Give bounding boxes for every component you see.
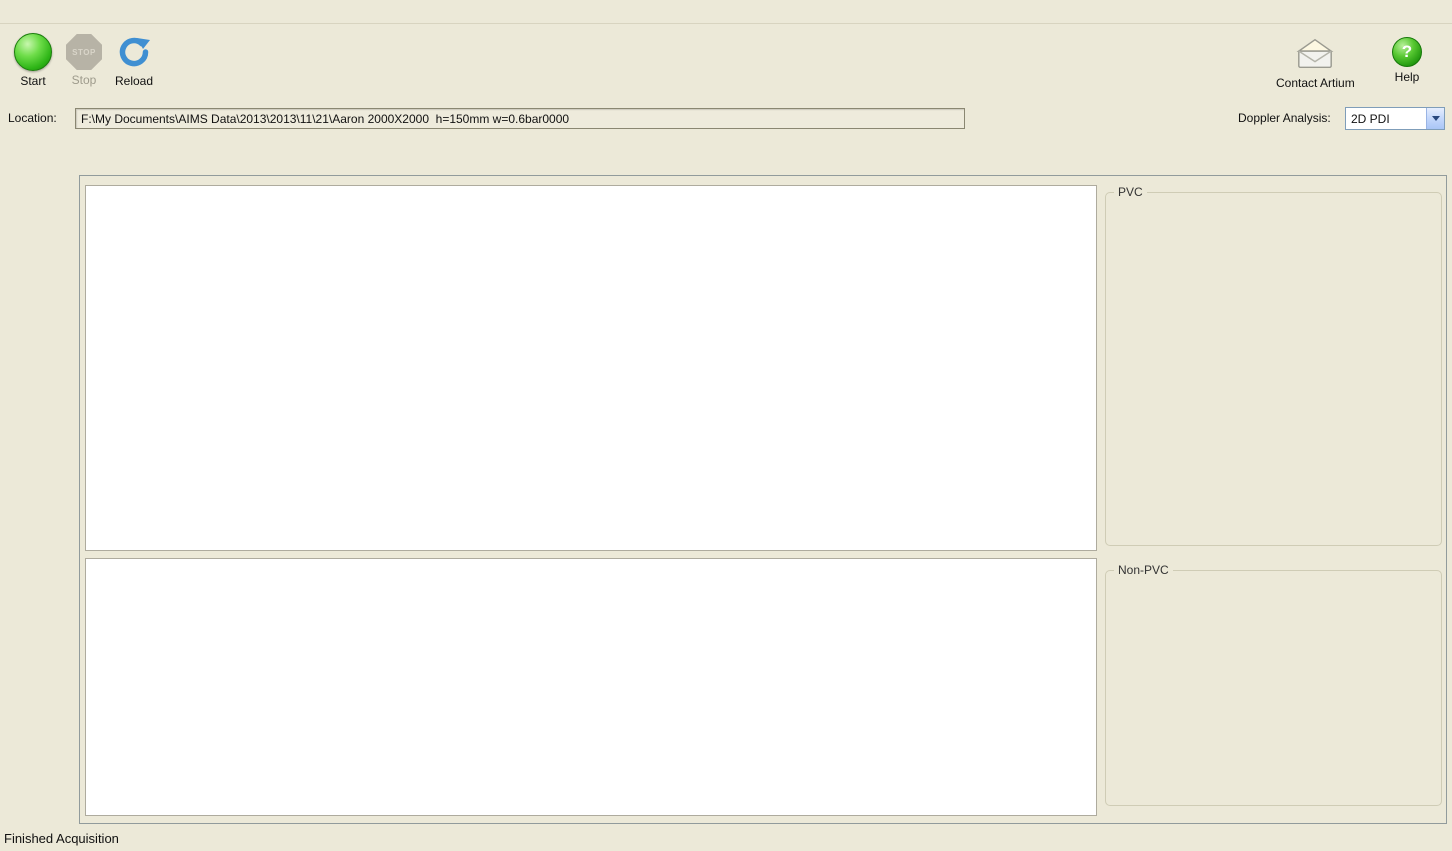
pvc-volume-chart-panel: [85, 185, 1097, 551]
start-button[interactable]: Start: [14, 33, 52, 88]
status-text: Finished Acquisition: [4, 831, 119, 846]
menu-bar: [0, 0, 1452, 24]
nonpvc-stats-groupbox: Non-PVC: [1105, 570, 1442, 806]
toolbar: Start STOP Stop Reload Cont: [0, 25, 1452, 105]
envelope-icon: [1295, 35, 1335, 73]
pvc-groupbox-title: PVC: [1114, 185, 1147, 199]
start-icon: [14, 33, 52, 71]
help-label: Help: [1395, 70, 1420, 84]
stop-icon: STOP: [66, 34, 102, 70]
location-row: Location: Doppler Analysis: 2D PDI: [0, 106, 1452, 134]
doppler-analysis-select[interactable]: 2D PDI: [1345, 107, 1445, 130]
start-label: Start: [20, 74, 45, 88]
pvc-stats-groupbox: PVC: [1105, 192, 1442, 546]
help-glyph: ?: [1402, 42, 1412, 62]
doppler-analysis-label: Doppler Analysis:: [1238, 111, 1331, 125]
nonpvc-volume-chart-panel: [85, 558, 1097, 816]
stop-label: Stop: [72, 73, 97, 87]
help-button[interactable]: ? Help: [1392, 37, 1422, 84]
status-bar: Finished Acquisition: [0, 827, 1452, 851]
help-icon: ?: [1392, 37, 1422, 67]
dropdown-button[interactable]: [1426, 108, 1444, 129]
contact-artium-label: Contact Artium: [1276, 76, 1355, 90]
reload-button[interactable]: Reload: [114, 33, 154, 88]
nonpvc-groupbox-title: Non-PVC: [1114, 563, 1173, 577]
chevron-down-icon: [1432, 116, 1440, 121]
stop-button: STOP Stop: [66, 34, 102, 87]
location-label: Location:: [8, 111, 57, 125]
stop-badge: STOP: [72, 48, 96, 57]
location-input[interactable]: [75, 108, 965, 129]
app-window: Start STOP Stop Reload Cont: [0, 0, 1452, 851]
contact-artium-button[interactable]: Contact Artium: [1276, 35, 1355, 90]
reload-label: Reload: [115, 74, 153, 88]
doppler-analysis-value: 2D PDI: [1346, 112, 1426, 126]
reload-icon: [114, 33, 154, 71]
